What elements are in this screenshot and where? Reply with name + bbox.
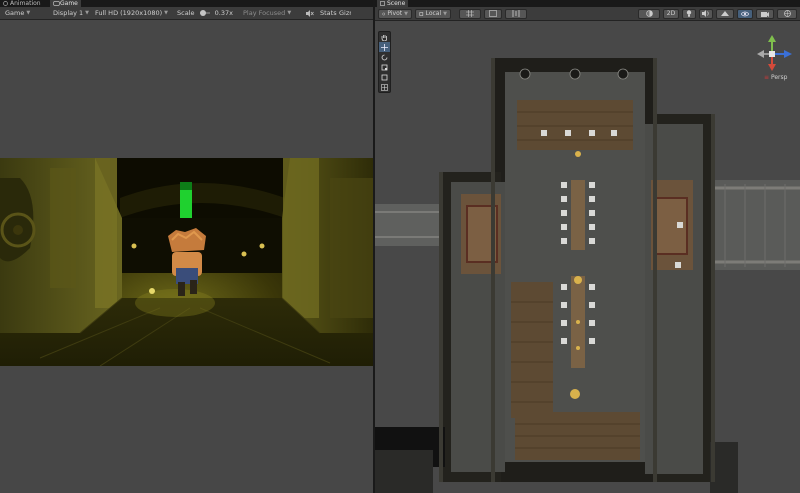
rect-tool[interactable] bbox=[379, 72, 390, 82]
local-label: Local bbox=[425, 10, 442, 17]
rotate-tool[interactable] bbox=[379, 52, 390, 62]
transform-tool[interactable] bbox=[379, 82, 390, 92]
scale-slider[interactable] bbox=[199, 10, 210, 16]
light-bulb-icon bbox=[686, 10, 692, 17]
shading-sphere-icon bbox=[645, 10, 653, 17]
chevron-down-icon: ▼ bbox=[443, 10, 447, 17]
align-button[interactable] bbox=[505, 8, 527, 19]
visibility-toggle[interactable] bbox=[737, 8, 753, 19]
speaker-icon bbox=[702, 10, 709, 17]
align-icon bbox=[512, 10, 520, 17]
animation-icon bbox=[3, 1, 8, 6]
display-label: Display 1 bbox=[53, 9, 84, 17]
mute-toggle[interactable] bbox=[304, 7, 318, 20]
grid-icon bbox=[466, 10, 474, 17]
move-arrows-icon bbox=[381, 43, 388, 51]
toggle-2d-button[interactable]: 2D bbox=[663, 8, 679, 19]
gizmos-toggle[interactable]: Gizmos bbox=[337, 7, 351, 20]
orientation-gizmo[interactable]: ≡ Persp bbox=[750, 34, 794, 84]
game-toolbar: Game ▼ Display 1 ▼ Full HD (1920x1080) ▼… bbox=[0, 7, 373, 20]
chevron-down-icon: ▼ bbox=[85, 10, 90, 16]
local-icon bbox=[419, 11, 424, 16]
resolution-label: Full HD (1920x1080) bbox=[95, 9, 163, 17]
speaker-mute-icon bbox=[306, 9, 314, 17]
play-focused-label: Play Focused bbox=[243, 9, 286, 17]
effects-dropdown[interactable] bbox=[716, 8, 734, 19]
game-area bbox=[0, 21, 373, 493]
chevron-down-icon: ▼ bbox=[287, 10, 292, 16]
scale-label: Scale bbox=[177, 9, 195, 17]
tab-scene[interactable]: Scene bbox=[377, 0, 409, 7]
stats-label: Stats bbox=[320, 9, 337, 17]
hand-icon bbox=[381, 34, 387, 41]
lighting-toggle[interactable] bbox=[682, 8, 696, 19]
scene-toolbar: Pivot ▼ Local ▼ 2D bbox=[375, 7, 800, 21]
chevron-down-icon: ▼ bbox=[404, 10, 408, 17]
game-render-viewport[interactable] bbox=[0, 158, 373, 366]
camera-icon bbox=[761, 11, 769, 17]
persp-icon: ≡ bbox=[764, 74, 770, 81]
transform-icon bbox=[381, 83, 388, 91]
chevron-down-icon: ▼ bbox=[164, 10, 169, 16]
scale-icon bbox=[381, 64, 388, 70]
scale-control[interactable]: Scale 0.37x bbox=[172, 7, 238, 20]
scene-viewport[interactable]: ≡ Persp bbox=[375, 22, 800, 493]
game-icon bbox=[53, 1, 60, 6]
eye-icon bbox=[741, 11, 749, 16]
scale-tool[interactable] bbox=[379, 62, 390, 72]
play-focused-dropdown[interactable]: Play Focused ▼ bbox=[238, 7, 304, 20]
local-dropdown[interactable]: Local ▼ bbox=[415, 8, 451, 19]
pivot-label: Pivot bbox=[387, 10, 403, 17]
mode-2d-label: 2D bbox=[666, 10, 676, 17]
stats-toggle[interactable]: Stats bbox=[318, 7, 337, 20]
snap-icon bbox=[489, 10, 497, 17]
chevron-down-icon: ▼ bbox=[26, 10, 31, 16]
audio-toggle[interactable] bbox=[699, 8, 713, 19]
game-view-panel: Game ▼ Display 1 ▼ Full HD (1920x1080) ▼… bbox=[0, 7, 373, 493]
persp-text: Persp bbox=[770, 74, 788, 81]
tab-scene-label: Scene bbox=[387, 0, 406, 7]
scene-view-panel: Pivot ▼ Local ▼ 2D ≡ Persp bbox=[375, 7, 800, 493]
effects-icon bbox=[721, 11, 729, 16]
scene-render-image bbox=[375, 22, 800, 493]
scene-tools-palette bbox=[378, 31, 391, 93]
snap-increment-button[interactable] bbox=[484, 8, 502, 19]
game-render-image bbox=[0, 158, 373, 366]
camera-settings-button[interactable] bbox=[756, 8, 774, 19]
grid-snap-button[interactable] bbox=[459, 8, 481, 19]
persp-label[interactable]: ≡ Persp bbox=[764, 74, 787, 81]
view-label: Game bbox=[5, 9, 25, 17]
hand-tool[interactable] bbox=[379, 32, 390, 42]
scene-icon bbox=[380, 1, 385, 6]
resolution-dropdown[interactable]: Full HD (1920x1080) ▼ bbox=[90, 7, 172, 20]
gizmos-globe-icon bbox=[783, 10, 791, 17]
gizmos-label: Gizmos bbox=[339, 9, 351, 17]
rotate-icon bbox=[381, 54, 388, 60]
scale-value: 0.37x bbox=[214, 9, 233, 17]
pivot-icon bbox=[382, 12, 386, 15]
axis-gizmo-icon bbox=[757, 35, 792, 71]
view-dropdown[interactable]: Game ▼ bbox=[0, 7, 48, 20]
slider-knob[interactable] bbox=[199, 10, 206, 16]
pivot-dropdown[interactable]: Pivot ▼ bbox=[378, 8, 412, 19]
draw-mode-button[interactable] bbox=[638, 8, 660, 19]
rect-transform-icon bbox=[381, 74, 388, 80]
gizmos-dropdown[interactable] bbox=[777, 8, 797, 19]
display-dropdown[interactable]: Display 1 ▼ bbox=[48, 7, 90, 20]
move-tool[interactable] bbox=[379, 42, 390, 52]
